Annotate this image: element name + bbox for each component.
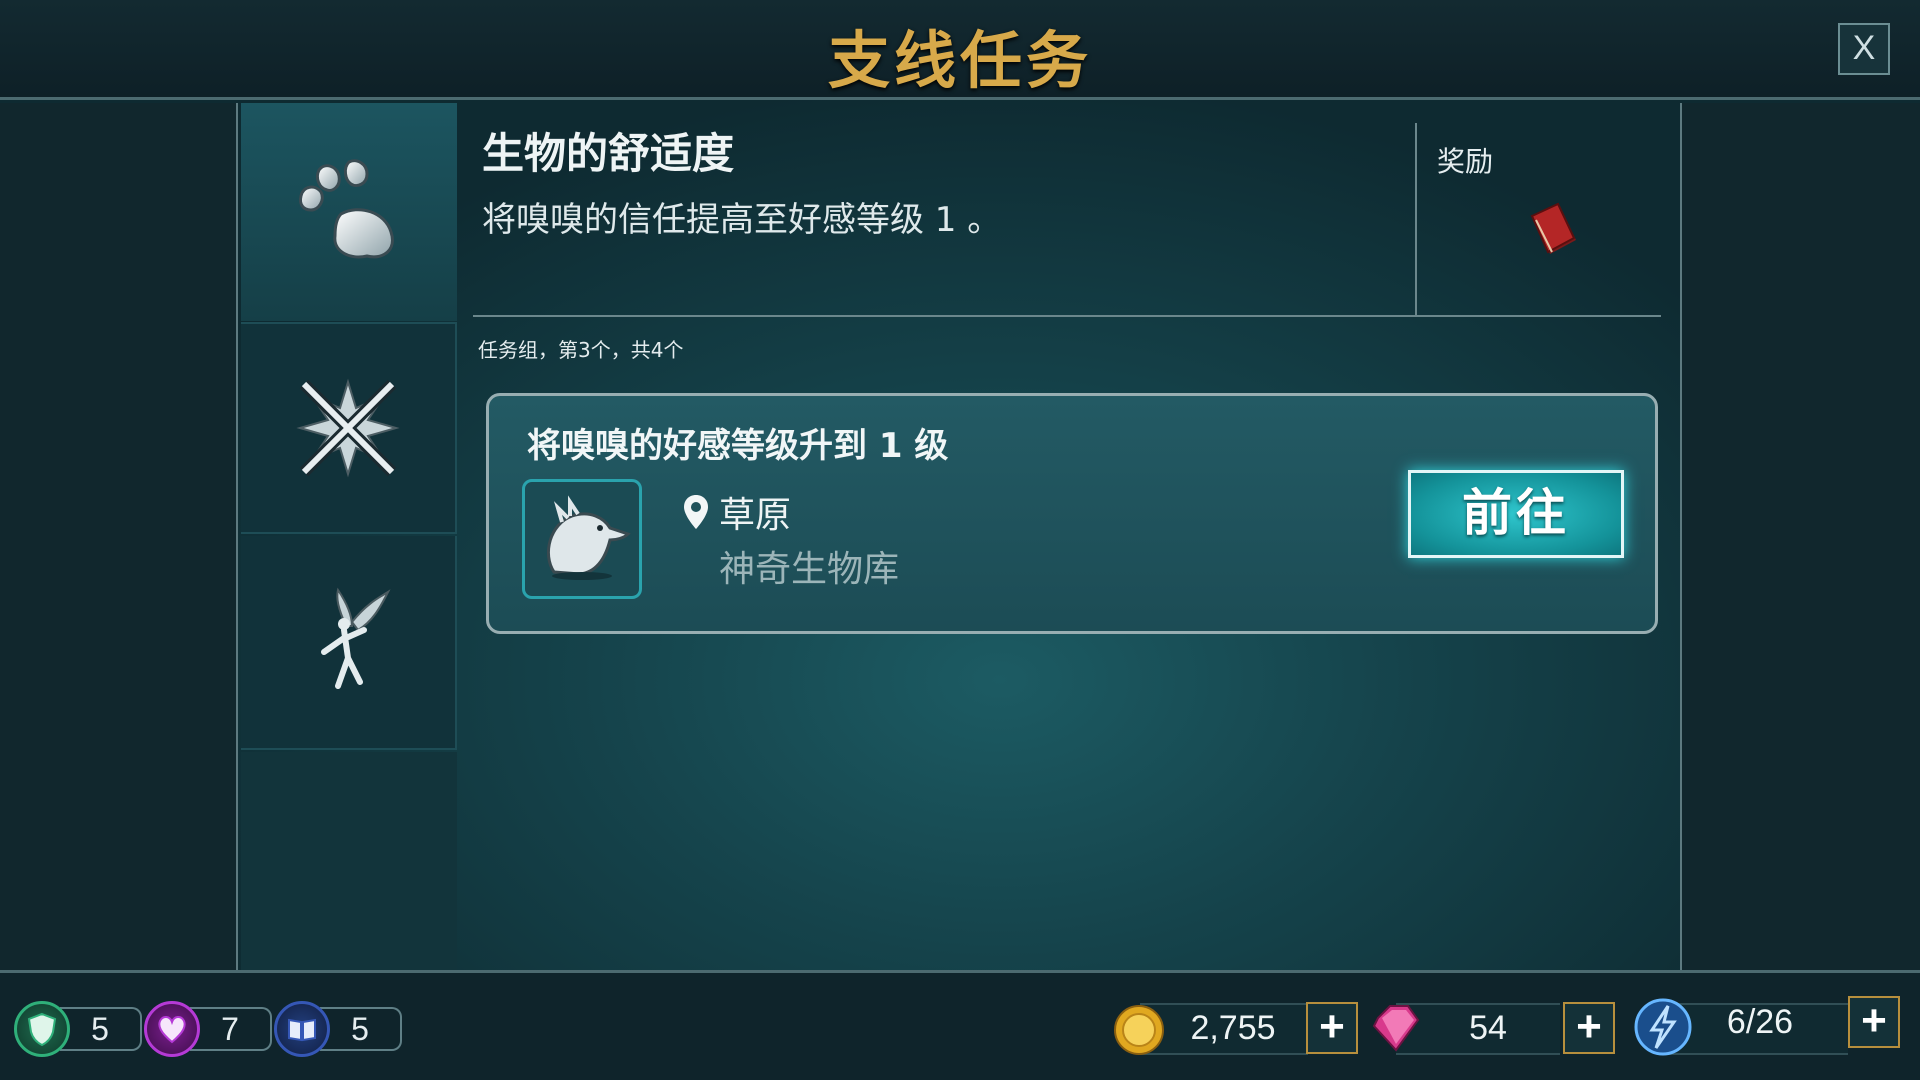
divider-vertical [1415,123,1417,316]
divider-horizontal [473,315,1661,317]
stat-book[interactable]: 5 [274,1001,402,1057]
niffler-icon [546,495,631,580]
location-name: 草原 [719,495,792,536]
stat-book-value: 5 [320,1007,402,1051]
stat-heart[interactable]: 7 [144,1001,272,1057]
right-side-panel [1680,103,1920,970]
pixie-icon [321,587,391,689]
go-button[interactable]: 前往 [1408,470,1624,558]
title-bar: 支线任务 X [0,0,1920,100]
quest-group-info: 任务组，第3个，共4个 [478,338,684,362]
crossed-wands-icon [296,378,400,478]
category-tab-beings[interactable] [241,536,457,750]
book-icon [274,1001,330,1057]
add-coins-button[interactable]: + [1306,1002,1358,1054]
coins-value: 2,755 [1190,1009,1276,1047]
quest-name: 生物的舒适度 [482,129,735,178]
category-column-empty [241,752,457,970]
task-card: 将嗅嗅的好感等级升到 1 级 草原 神奇生物库 前往 [486,393,1658,634]
add-gems-button[interactable]: + [1563,1002,1615,1054]
category-tab-combat[interactable] [241,322,457,534]
reward-label: 奖励 [1437,145,1494,178]
paw-icon [299,159,394,259]
stat-shield-value: 5 [60,1007,142,1051]
gold-coin-icon [1114,1005,1164,1055]
energy-icon [1634,998,1692,1056]
left-side-panel [0,103,238,970]
shield-icon [14,1001,70,1057]
close-button[interactable]: X [1838,23,1890,75]
quest-description: 将嗅嗅的信任提高至好感等级 1 。 [482,200,1002,240]
energy-value: 6/26 [1726,1003,1794,1041]
page-title: 支线任务 [827,24,1092,97]
red-book-icon[interactable] [1524,200,1584,260]
category-tab-creatures[interactable] [241,103,457,321]
stat-heart-value: 7 [190,1007,272,1051]
gems-value: 54 [1469,1009,1507,1047]
location-pin-icon [684,495,708,529]
heart-icon [144,1001,200,1057]
sublocation-name: 神奇生物库 [719,549,900,590]
add-energy-button[interactable]: + [1848,996,1900,1048]
stat-shield[interactable]: 5 [14,1001,142,1057]
task-title: 将嗅嗅的好感等级升到 1 级 [527,426,949,466]
creature-portrait [522,479,642,599]
gem-icon [1372,1005,1420,1052]
